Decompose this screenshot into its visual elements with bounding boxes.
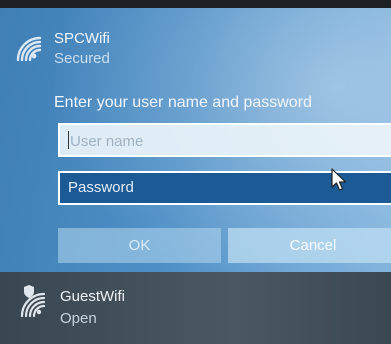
guest-network-ssid: GuestWifi (60, 288, 126, 305)
top-edge (0, 0, 391, 8)
guest-network-status: Open (60, 310, 97, 327)
network-status: Secured (54, 50, 110, 67)
cancel-button[interactable]: Cancel (228, 228, 391, 263)
network-flyout: SPCWifi Secured Enter your user name and… (0, 0, 391, 344)
wifi-secured-icon (10, 30, 44, 64)
text-caret (68, 131, 69, 149)
username-input[interactable]: User name (58, 123, 391, 157)
username-placeholder: User name (70, 133, 144, 150)
password-placeholder: Password (68, 179, 134, 196)
network-list-item-guestwifi[interactable]: GuestWifi Open (0, 272, 391, 344)
mouse-pointer-icon (330, 168, 348, 192)
selected-network-panel[interactable]: SPCWifi Secured Enter your user name and… (0, 8, 391, 280)
network-ssid: SPCWifi (54, 30, 110, 47)
ok-button[interactable]: OK (58, 228, 221, 263)
wifi-open-shield-icon (18, 284, 50, 320)
credentials-prompt: Enter your user name and password (54, 94, 312, 111)
